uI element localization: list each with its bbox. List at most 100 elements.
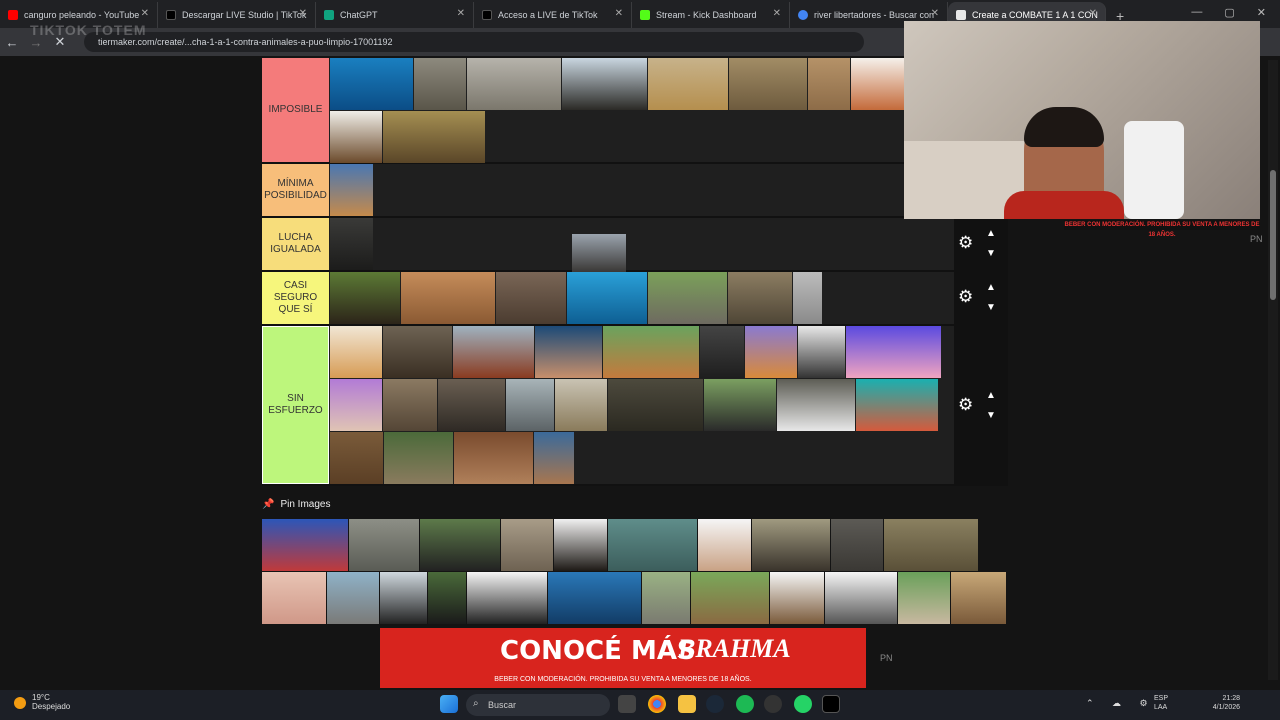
app-icon[interactable] bbox=[764, 695, 782, 713]
pool-image-gorilla[interactable] bbox=[420, 519, 500, 571]
tier-image-vulture2[interactable] bbox=[704, 379, 776, 431]
back-icon[interactable]: ← bbox=[0, 35, 24, 50]
tier-image-man3[interactable] bbox=[534, 432, 574, 484]
tier-image-anime[interactable] bbox=[745, 326, 797, 378]
tier-label[interactable]: CASI SEGURO QUE SÍ bbox=[262, 272, 329, 324]
tier-image-wolf[interactable] bbox=[414, 58, 466, 110]
tier-image-pelican[interactable] bbox=[555, 379, 607, 431]
close-icon[interactable]: ✕ bbox=[1089, 8, 1097, 19]
tab-tiktok-studio[interactable]: Descargar LIVE Studio | TikTok ✕ bbox=[158, 2, 316, 28]
tier-image-rodent[interactable] bbox=[383, 379, 437, 431]
chevron-up-icon[interactable]: ▲ bbox=[986, 228, 996, 239]
url-input[interactable]: tiermaker.com/create/...cha-1-a-1-contra… bbox=[84, 32, 864, 52]
chrome-icon[interactable] bbox=[648, 695, 666, 713]
pool-image-buffalo[interactable] bbox=[752, 519, 830, 571]
tier-image-dolphin[interactable] bbox=[567, 272, 647, 324]
tab-kick[interactable]: Stream - Kick Dashboard ✕ bbox=[632, 2, 790, 28]
tier-image-shoebill[interactable] bbox=[506, 379, 554, 431]
taskview-icon[interactable] bbox=[618, 695, 636, 713]
tier-label[interactable]: SIN ESFUERZO bbox=[262, 326, 329, 484]
tier-image-girl[interactable] bbox=[330, 379, 382, 431]
tier-image-fish[interactable] bbox=[608, 379, 703, 431]
language-indicator[interactable]: ESP LAA bbox=[1154, 694, 1168, 712]
pool-image-rottweiler[interactable] bbox=[554, 519, 607, 571]
tier-image-cougar[interactable] bbox=[808, 58, 850, 110]
tier-image-warthog[interactable] bbox=[729, 58, 807, 110]
tab-chatgpt[interactable]: ChatGPT ✕ bbox=[316, 2, 474, 28]
pool-image-chihuahua[interactable] bbox=[770, 572, 824, 624]
gear-icon[interactable]: ⚙ bbox=[958, 396, 976, 414]
tier-image-vulture[interactable] bbox=[562, 58, 647, 110]
pool-image-dog[interactable] bbox=[691, 572, 769, 624]
close-icon[interactable]: ✕ bbox=[299, 8, 307, 19]
close-icon[interactable]: ✕ bbox=[141, 8, 149, 19]
tier-image-giraffe[interactable] bbox=[648, 58, 728, 110]
weather-widget[interactable]: 19°C Despejado bbox=[14, 693, 70, 712]
pool-image-child[interactable] bbox=[698, 519, 751, 571]
ad-banner[interactable]: CONOCÉ MÁS BRAHMA BEBER CON MODERACIÓN. … bbox=[380, 628, 866, 688]
chevron-down-icon[interactable]: ▼ bbox=[986, 302, 996, 313]
tier-image-meerkat[interactable] bbox=[384, 432, 453, 484]
tier-image-rooster[interactable] bbox=[453, 326, 534, 378]
pool-image-hyena[interactable] bbox=[951, 572, 1006, 624]
tier-label[interactable]: LUCHA IGUALADA bbox=[262, 218, 329, 270]
system-tray[interactable]: ⌃ ☁ ⚙ bbox=[1086, 698, 1156, 709]
tier-image-cat[interactable] bbox=[401, 272, 495, 324]
scrollbar[interactable] bbox=[1268, 60, 1278, 680]
tier-image-wolves[interactable] bbox=[467, 58, 561, 110]
tier-image-centipede[interactable] bbox=[383, 326, 452, 378]
whatsapp-icon[interactable] bbox=[794, 695, 812, 713]
pool-image-gorilla2[interactable] bbox=[428, 572, 466, 624]
minimize-icon[interactable]: — bbox=[1191, 6, 1202, 19]
dragging-image-horse[interactable] bbox=[572, 234, 626, 272]
tab-tiktok-live[interactable]: Acceso a LIVE de TikTok ✕ bbox=[474, 2, 632, 28]
tier-image-horse[interactable] bbox=[330, 218, 373, 270]
close-icon[interactable]: ✕ bbox=[773, 8, 781, 19]
pool-image-whale[interactable] bbox=[548, 572, 641, 624]
chevron-down-icon[interactable]: ▼ bbox=[986, 248, 996, 259]
tier-image-shark[interactable] bbox=[330, 58, 413, 110]
close-window-icon[interactable]: ✕ bbox=[1257, 6, 1266, 19]
pool-image-elephant[interactable] bbox=[327, 572, 379, 624]
tier-image-man[interactable] bbox=[700, 326, 744, 378]
close-icon[interactable]: ✕ bbox=[457, 8, 465, 19]
tier-image-sloth[interactable] bbox=[728, 272, 792, 324]
chevron-up-icon[interactable]: ▲ bbox=[986, 282, 996, 293]
windows-start-icon[interactable] bbox=[440, 695, 458, 713]
scrollbar-thumb[interactable] bbox=[1270, 170, 1276, 300]
tier-image-majin[interactable] bbox=[846, 326, 941, 378]
pool-image-scorpion[interactable] bbox=[467, 572, 547, 624]
pool-image-squid[interactable] bbox=[262, 519, 348, 571]
pool-image-komodo[interactable] bbox=[884, 519, 978, 571]
chevron-down-icon[interactable]: ▼ bbox=[986, 410, 996, 421]
pool-image-goat[interactable] bbox=[898, 572, 950, 624]
tier-image-man2[interactable] bbox=[798, 326, 845, 378]
steam-icon[interactable] bbox=[706, 695, 724, 713]
tier-label[interactable]: IMPOSIBLE bbox=[262, 58, 329, 162]
pool-image-turtle[interactable] bbox=[349, 519, 419, 571]
tier-image-skunk[interactable] bbox=[777, 379, 855, 431]
tier-image-octopus[interactable] bbox=[856, 379, 938, 431]
close-icon[interactable]: ✕ bbox=[615, 8, 623, 19]
pool-image-penguin[interactable] bbox=[380, 572, 427, 624]
gear-icon[interactable]: ⚙ bbox=[958, 234, 976, 252]
pool-image-pitbull[interactable] bbox=[501, 519, 553, 571]
tier-image-kangaroo[interactable] bbox=[330, 164, 373, 216]
tier-image-armadillo[interactable] bbox=[454, 432, 533, 484]
spotify-icon[interactable] bbox=[736, 695, 754, 713]
pool-image-manatee[interactable] bbox=[608, 519, 697, 571]
tiktok-taskbar-icon[interactable] bbox=[822, 695, 840, 713]
clock[interactable]: 21:28 4/1/2026 bbox=[1213, 694, 1240, 712]
tier-image-eagle[interactable] bbox=[330, 111, 382, 163]
chevron-up-icon[interactable]: ▲ bbox=[986, 390, 996, 401]
pool-image-cats[interactable] bbox=[825, 572, 897, 624]
close-icon[interactable]: ✕ bbox=[931, 8, 939, 19]
tier-image-column[interactable] bbox=[793, 272, 822, 324]
taskbar-search[interactable]: ⌕ Buscar bbox=[466, 694, 610, 716]
tier-image-moose[interactable] bbox=[383, 111, 485, 163]
folder-icon[interactable] bbox=[678, 695, 696, 713]
maximize-icon[interactable]: ▢ bbox=[1224, 6, 1234, 19]
tier-image-walrus[interactable] bbox=[496, 272, 566, 324]
tier-image-dinosaur[interactable] bbox=[851, 58, 906, 110]
tier-image-monkey[interactable] bbox=[603, 326, 699, 378]
